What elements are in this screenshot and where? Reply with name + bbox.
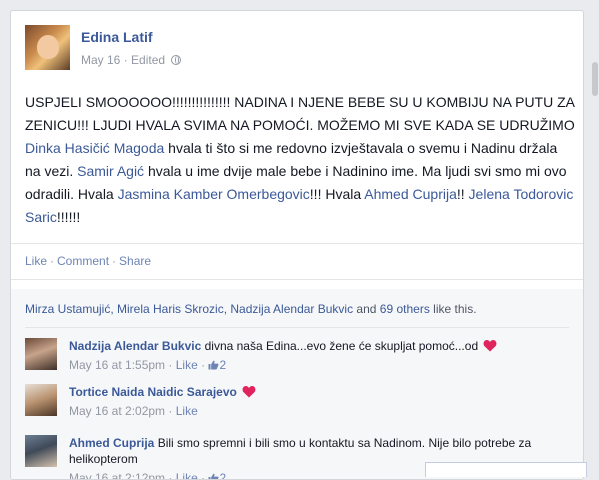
comment-like-count[interactable]: 2 [208, 358, 226, 372]
thumbs-up-icon [208, 360, 219, 370]
post-card: Edina Latif May 16 · Edited USPJELI SMOO… [10, 10, 584, 480]
divider [11, 243, 583, 244]
like-count-number: 2 [219, 358, 227, 372]
comment-like-link[interactable]: Like [176, 471, 198, 479]
comment-like-link[interactable]: Like [176, 404, 198, 418]
scrollbar[interactable] [590, 0, 599, 470]
others-link[interactable]: 69 others [380, 302, 430, 316]
comment-time[interactable]: May 16 at 2:02pm [69, 404, 165, 418]
comment-link[interactable]: Comment [57, 254, 109, 268]
divider [11, 279, 583, 280]
post-text-part: !!!!!! [56, 209, 81, 225]
thumbs-up-icon [208, 473, 219, 479]
divider [25, 327, 569, 328]
separator: · [50, 254, 55, 268]
author-name[interactable]: Edina Latif [81, 29, 153, 45]
globe-icon[interactable] [171, 55, 182, 65]
comment-time[interactable]: May 16 at 2:12pm [69, 471, 165, 479]
post-text-part: USPJELI SMOOOOOO!!!!!!!!!!!!!!! NADINA I… [25, 94, 575, 133]
comment-body: Nadzija Alendar Bukvic divna naša Edina.… [69, 338, 539, 373]
feedback-area: Mirza Ustamujić, Mirela Haris Skrozic, N… [11, 289, 583, 479]
tagged-user-link[interactable]: Ahmed Cuprija [364, 186, 457, 202]
comment-body: Tortice Naida Naidic Sarajevo May 16 at … [69, 384, 539, 419]
author-avatar[interactable] [25, 25, 70, 70]
comment-meta: May 16 at 1:55pm · Like · 2 [69, 358, 227, 372]
likes-summary: Mirza Ustamujić, Mirela Haris Skrozic, N… [25, 302, 477, 316]
tagged-user-link[interactable]: Jasmina Kamber Omerbegovic [118, 186, 310, 202]
edited-label[interactable]: Edited [131, 53, 165, 67]
post-text-part: !! [456, 186, 469, 202]
post-text-part: !!! Hvala [309, 186, 365, 202]
comment-like-link[interactable]: Like [176, 358, 198, 372]
tagged-user-link[interactable]: Dinka Hasičić Magoda [25, 140, 164, 156]
commenter-name[interactable]: Tortice Naida Naidic Sarajevo [69, 385, 237, 399]
post-text: USPJELI SMOOOOOO!!!!!!!!!!!!!!! NADINA I… [25, 91, 575, 229]
post-actions: Like · Comment · Share [25, 254, 151, 268]
scrollbar-thumb[interactable] [592, 62, 598, 96]
commenter-avatar[interactable] [25, 435, 57, 467]
likes-and: and [353, 302, 380, 316]
tagged-user-link[interactable]: Samir Agić [77, 163, 144, 179]
comment-meta: May 16 at 2:02pm · Like [69, 404, 198, 418]
comment-text: divna naša Edina...evo žene će skupljat … [204, 339, 479, 353]
commenter-avatar[interactable] [25, 384, 57, 416]
likes-suffix: like this. [429, 302, 477, 316]
commenter-name[interactable]: Ahmed Cuprija [69, 436, 154, 450]
commenter-avatar[interactable] [25, 338, 57, 370]
heart-icon [242, 386, 256, 398]
comment-like-count[interactable]: 2 [208, 471, 227, 480]
comment-time[interactable]: May 16 at 1:55pm [69, 358, 165, 372]
post-meta: May 16 · Edited [81, 53, 182, 67]
commenter-name[interactable]: Nadzija Alendar Bukvic [69, 339, 201, 353]
like-count-number: 2 [219, 471, 227, 480]
heart-icon [484, 340, 497, 352]
post-date[interactable]: May 16 [81, 53, 120, 67]
separator: · [112, 254, 117, 268]
like-link[interactable]: Like [25, 254, 47, 268]
likers-list[interactable]: Mirza Ustamujić, Mirela Haris Skrozic, N… [25, 302, 353, 316]
share-link[interactable]: Share [119, 254, 151, 268]
